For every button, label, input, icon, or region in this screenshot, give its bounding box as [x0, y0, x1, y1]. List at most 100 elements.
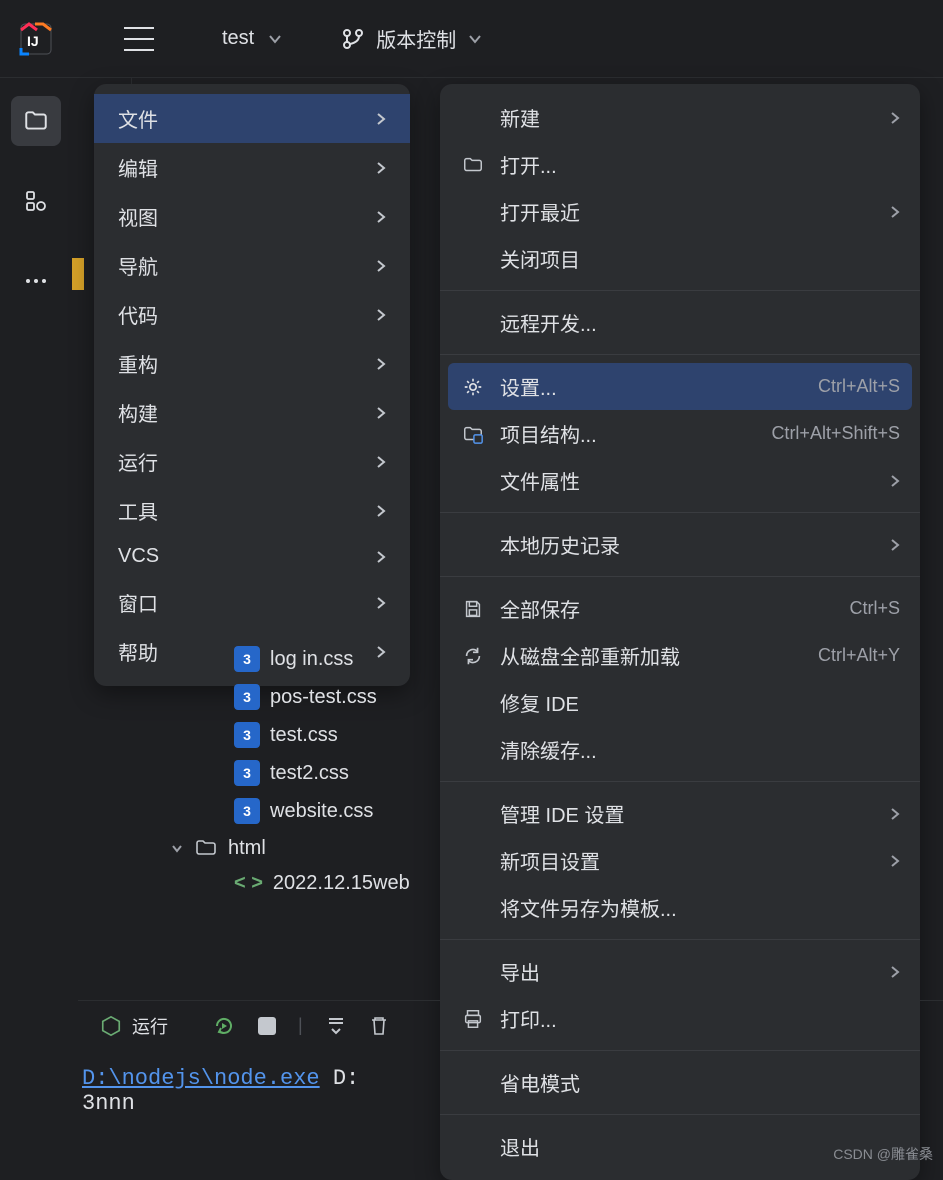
run-label: 运行 [132, 1013, 168, 1039]
chevron-right-icon [376, 406, 386, 420]
file-menu-item[interactable]: 从磁盘全部重新加载 Ctrl+Alt+Y [440, 632, 920, 679]
menu-item-label: 清除缓存... [500, 735, 900, 764]
menu-item-label: 新建 [500, 103, 876, 132]
tree-file-row[interactable]: 3test2.css [234, 754, 410, 792]
file-menu-item[interactable]: 新项目设置 [440, 837, 920, 884]
file-menu-item[interactable]: 打开... [440, 141, 920, 188]
vcs-crumb[interactable]: 版本控制 [342, 24, 482, 53]
shortcut-label: Ctrl+S [849, 598, 900, 619]
file-menu-item[interactable]: 项目结构...Ctrl+Alt+Shift+S [440, 410, 920, 457]
menu-item-label: 将文件另存为模板... [500, 893, 900, 922]
main-menu-item[interactable]: 重构 [94, 339, 410, 388]
main-menu-item[interactable]: 导航 [94, 241, 410, 290]
file-menu-item[interactable]: 导出 [440, 948, 920, 995]
tree-file-row[interactable]: < > 2022.12.15web [234, 866, 410, 901]
file-menu-item[interactable]: 新建 [440, 94, 920, 141]
shortcut-label: Ctrl+Alt+S [818, 376, 900, 397]
main-menu-item[interactable]: 视图 [94, 192, 410, 241]
file-menu-item[interactable]: 修复 IDE [440, 679, 920, 726]
vcs-label: 版本控制 [376, 24, 456, 53]
menu-item-label: 重构 [118, 349, 158, 378]
file-menu-item[interactable]: 设置...Ctrl+Alt+S [448, 363, 912, 410]
file-menu-item[interactable]: 清除缓存... [440, 726, 920, 773]
stop-button[interactable] [258, 1017, 276, 1035]
chevron-right-icon [376, 259, 386, 273]
main-menu-item[interactable]: 代码 [94, 290, 410, 339]
run-console[interactable]: D:\nodejs\node.exe D: 3nnn [78, 1060, 943, 1122]
chevron-right-icon [376, 550, 386, 564]
menu-item-label: 远程开发... [500, 308, 900, 337]
structure-tool-button[interactable] [11, 176, 61, 226]
project-crumb[interactable]: test [222, 27, 282, 50]
main-menu-item[interactable]: 编辑 [94, 143, 410, 192]
exe-path-link[interactable]: D:\nodejs\node.exe [82, 1066, 320, 1091]
main-menu-button[interactable] [124, 27, 154, 51]
menu-item-label: 关闭项目 [500, 244, 900, 273]
menu-item-label: 文件属性 [500, 466, 876, 495]
menu-item-label: 本地历史记录 [500, 530, 876, 559]
main-menu-item[interactable]: 文件 [94, 94, 410, 143]
main-menu-item[interactable]: VCS [94, 535, 410, 578]
rerun-button[interactable] [212, 1014, 236, 1038]
run-tab[interactable]: 运行 [100, 1013, 168, 1039]
tree-file-row[interactable]: 3test.css [234, 716, 410, 754]
html-file-icon: < > [234, 872, 263, 895]
chevron-down-icon [268, 32, 282, 46]
main-menu-item[interactable]: 构建 [94, 388, 410, 437]
menu-item-label: VCS [118, 545, 159, 568]
shortcut-label: Ctrl+Alt+Y [818, 645, 900, 666]
menu-separator [440, 576, 920, 577]
tree-file-row[interactable]: 3website.css [234, 792, 410, 830]
project-tool-button[interactable] [11, 96, 61, 146]
file-menu-item[interactable]: 本地历史记录 [440, 521, 920, 568]
rerun-icon [212, 1014, 236, 1038]
folder-icon [194, 836, 218, 860]
file-menu-item[interactable]: 远程开发... [440, 299, 920, 346]
menu-item-label: 修复 IDE [500, 688, 900, 717]
file-menu-item[interactable]: 文件属性 [440, 457, 920, 504]
menu-item-label: 编辑 [118, 153, 158, 182]
chevron-right-icon [376, 357, 386, 371]
menu-item-label: 视图 [118, 202, 158, 231]
more-icon [24, 277, 48, 285]
menu-item-label: 全部保存 [500, 594, 835, 623]
save-icon [460, 598, 486, 620]
tree-file-row[interactable]: 3log in.css [234, 640, 410, 678]
main-menu-item[interactable]: 工具 [94, 486, 410, 535]
menu-separator [440, 290, 920, 291]
main-menu-item[interactable]: 运行 [94, 437, 410, 486]
menu-separator [440, 354, 920, 355]
file-menu-item[interactable]: 全部保存 Ctrl+S [440, 585, 920, 632]
menu-item-label: 工具 [118, 496, 158, 525]
menu-item-label: 运行 [118, 447, 158, 476]
chevron-right-icon [376, 210, 386, 224]
console-text: D: [333, 1066, 359, 1091]
file-menu-item[interactable]: 将文件另存为模板... [440, 884, 920, 931]
file-menu-item[interactable]: 打开最近 [440, 188, 920, 235]
more-tools-button[interactable] [11, 256, 61, 306]
delete-button[interactable] [369, 1015, 389, 1037]
tree-folder-row[interactable]: html [170, 830, 410, 866]
gear-icon [460, 376, 486, 398]
menu-item-label: 从磁盘全部重新加载 [500, 641, 804, 670]
main-menu-popup: 文件编辑视图导航代码重构构建运行工具VCS窗口帮助 [94, 84, 410, 686]
shortcut-label: Ctrl+Alt+Shift+S [771, 423, 900, 444]
file-menu-item[interactable]: 管理 IDE 设置 [440, 790, 920, 837]
tree-file-row[interactable]: 3pos-test.css [234, 678, 410, 716]
run-tool-window-header: 运行 | [78, 1000, 943, 1050]
menu-item-label: 窗口 [118, 588, 158, 617]
chevron-down-icon [170, 841, 184, 855]
chevron-right-icon [890, 538, 900, 552]
file-menu-item[interactable]: 关闭项目 [440, 235, 920, 282]
menu-item-label: 导航 [118, 251, 158, 280]
menu-item-label: 文件 [118, 104, 158, 133]
menu-item-label: 代码 [118, 300, 158, 329]
chevron-right-icon [376, 308, 386, 322]
menu-item-label: 打开... [500, 150, 900, 179]
main-menu-item[interactable]: 窗口 [94, 578, 410, 627]
chevron-right-icon [890, 807, 900, 821]
scroll-down-icon [325, 1015, 347, 1037]
menu-item-label: 导出 [500, 957, 876, 986]
scroll-to-end-button[interactable] [325, 1015, 347, 1037]
css-file-icon: 3 [234, 684, 260, 710]
